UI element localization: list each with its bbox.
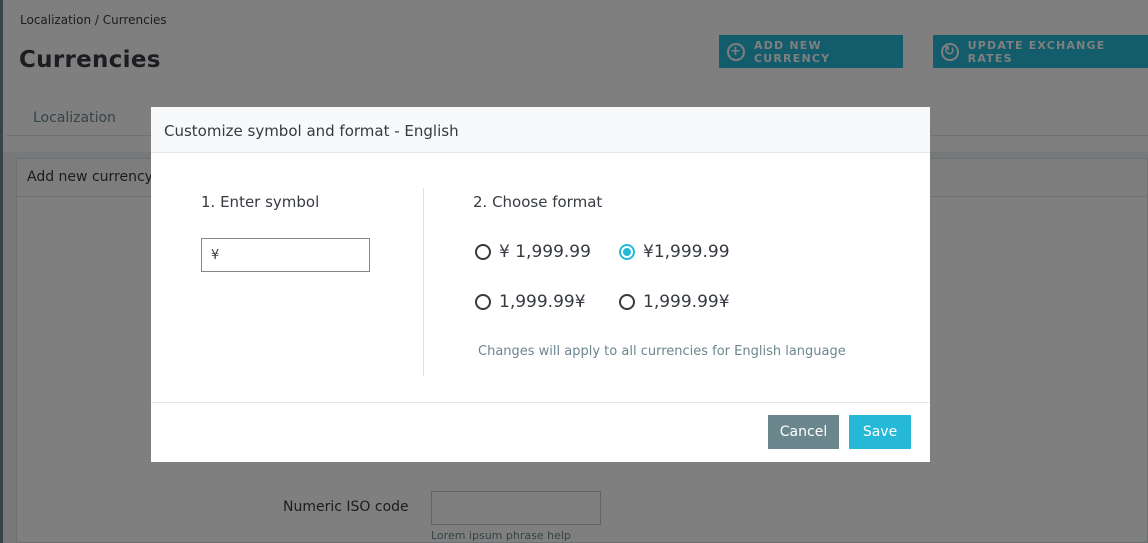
- format-option[interactable]: ¥ 1,999.99: [475, 242, 591, 262]
- cancel-button[interactable]: Cancel: [768, 415, 839, 449]
- modal-header: Customize symbol and format - English: [151, 107, 930, 153]
- customize-format-modal: Customize symbol and format - English 1.…: [151, 107, 930, 462]
- format-option[interactable]: 1,999.99¥: [475, 292, 586, 312]
- choose-format-heading: 2. Choose format: [473, 193, 603, 211]
- format-option[interactable]: ¥1,999.99: [619, 242, 730, 262]
- format-option-label: ¥1,999.99: [643, 242, 730, 262]
- enter-symbol-heading: 1. Enter symbol: [201, 193, 320, 211]
- radio-button[interactable]: [475, 244, 491, 260]
- save-button[interactable]: Save: [849, 415, 911, 449]
- section-divider: [423, 188, 424, 376]
- format-help-text: Changes will apply to all currencies for…: [478, 344, 846, 359]
- radio-button[interactable]: [475, 294, 491, 310]
- format-option-label: ¥ 1,999.99: [499, 242, 591, 262]
- radio-button[interactable]: [619, 294, 635, 310]
- format-option-label: 1,999.99¥: [643, 292, 730, 312]
- format-option[interactable]: 1,999.99¥: [619, 292, 730, 312]
- modal-footer-divider: [151, 402, 930, 403]
- symbol-input[interactable]: [201, 238, 370, 272]
- format-option-label: 1,999.99¥: [499, 292, 586, 312]
- radio-button-selected[interactable]: [619, 244, 635, 260]
- modal-title: Customize symbol and format - English: [164, 122, 459, 140]
